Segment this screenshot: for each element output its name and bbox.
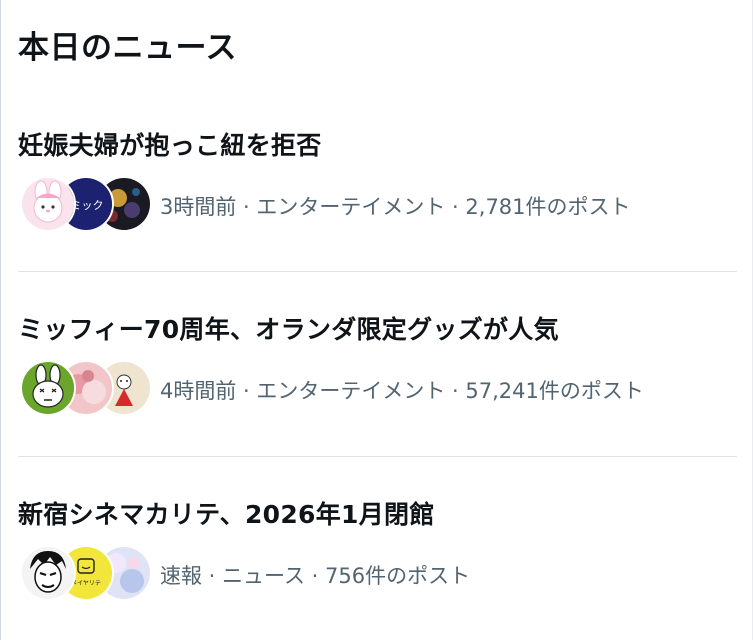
news-headline: 妊娠夫婦が抱っこ紐を拒否 — [18, 131, 322, 160]
avatar-group: メイヤリテ — [20, 545, 152, 601]
news-item[interactable]: 妊娠夫婦が抱っこ紐を拒否 ミック 3時間前 · エンターテイメント · 2,78… — [0, 88, 737, 273]
news-headline: ミッフィー70周年、オランダ限定グッズが人気 — [18, 315, 559, 344]
avatar-group: ミック — [20, 176, 152, 232]
green-rabbit-avatar — [20, 360, 76, 416]
avatar-group — [20, 360, 152, 416]
news-item[interactable]: 新宿シネマカリテ、2026年1月閉館 メイヤリテ 速報 · ニュース · 756… — [0, 457, 737, 642]
news-meta: 4時間前 · エンターテイメント · 57,241件のポスト — [160, 379, 644, 403]
pink-character-avatar — [20, 176, 76, 232]
news-meta: 速報 · ニュース · 756件のポスト — [160, 564, 471, 588]
section-title: 本日のニュース — [18, 30, 237, 66]
news-meta: 3時間前 · エンターテイメント · 2,781件のポスト — [160, 195, 631, 219]
news-headline: 新宿シネマカリテ、2026年1月閉館 — [18, 500, 435, 529]
news-item[interactable]: ミッフィー70周年、オランダ限定グッズが人気 4時間前 · エンターテイメント … — [0, 272, 737, 457]
avatar-text: メイヤリテ — [71, 580, 101, 587]
manga-face-avatar — [20, 545, 76, 601]
